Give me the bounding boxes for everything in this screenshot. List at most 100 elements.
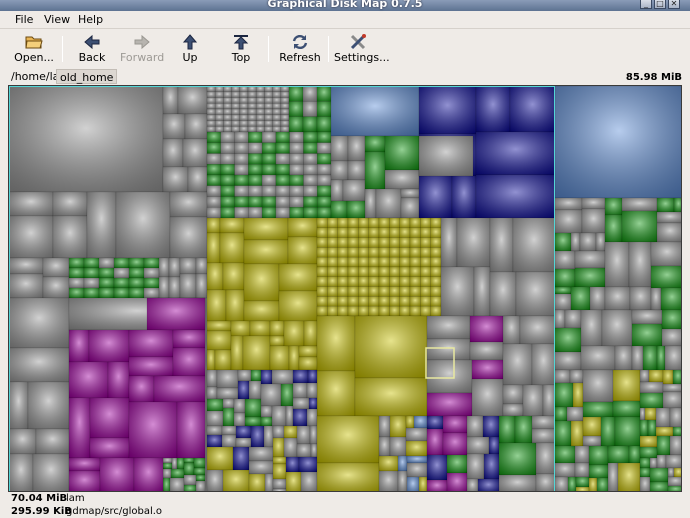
treemap-cell-shade: [327, 267, 338, 277]
treemap-cell-shade: [248, 120, 257, 127]
treemap-cell-shade: [249, 381, 261, 399]
treemap-cell-shade: [499, 475, 536, 491]
treemap-cell-shade: [368, 218, 379, 228]
treemap-cell-shade: [215, 114, 224, 121]
treemap-cell-shade: [348, 296, 359, 307]
treemap-cell-shade: [262, 164, 276, 175]
treemap-cell-shade: [399, 296, 410, 307]
treemap-cell-shade: [223, 109, 232, 115]
treemap-cell-shade: [651, 288, 661, 310]
treemap-cell-shade: [272, 126, 281, 132]
treemap-cell-shade: [284, 321, 304, 346]
treemap-cell-shade: [379, 296, 390, 307]
treemap-cell-shade: [670, 436, 681, 455]
selected-name: lam: [66, 493, 85, 504]
treemap-cell-shade: [376, 189, 401, 218]
top-button[interactable]: Top: [222, 32, 260, 66]
treemap-cell-shade: [447, 455, 467, 473]
treemap-cell-shade: [410, 257, 421, 267]
treemap-cell-shade: [379, 267, 390, 277]
treemap-cell-shade: [261, 384, 281, 406]
disk-treemap[interactable]: [8, 85, 682, 492]
treemap-cell-shade: [648, 420, 656, 436]
treemap-cell-shade: [239, 103, 248, 109]
treemap-cell-shade: [663, 392, 681, 408]
treemap-cell-shade: [286, 472, 301, 491]
treemap-cell-shade: [668, 477, 681, 486]
treemap-cell-shade: [513, 218, 555, 272]
back-button[interactable]: Back: [72, 32, 112, 66]
treemap-cell-shade: [368, 237, 379, 248]
treemap-cell-shade: [261, 406, 272, 417]
treemap-cell-shade: [303, 116, 317, 132]
treemap-cell-shade: [303, 153, 318, 165]
menu-file[interactable]: File: [15, 13, 33, 26]
menu-view[interactable]: View: [44, 13, 70, 26]
treemap-cell-shade: [207, 153, 221, 165]
treemap-cell-shade: [293, 398, 309, 409]
treemap-cell-shade: [288, 218, 317, 237]
treemap-cell-shade: [543, 385, 555, 416]
treemap-cell-shade: [490, 218, 513, 272]
treemap-cell-shade: [275, 175, 290, 186]
treemap-cell-shade: [467, 437, 489, 454]
treemap-cell-shade: [231, 336, 243, 370]
treemap-cell-shade: [472, 360, 503, 379]
treemap-cell-shade: [565, 310, 581, 328]
treemap-cell-shade: [589, 446, 608, 465]
treemap-cell-shade: [476, 175, 555, 218]
treemap-cell-shade: [368, 227, 379, 238]
forward-label: Forward: [120, 51, 165, 64]
treemap-cell-shade: [650, 458, 657, 468]
treemap-cell-shade: [84, 288, 99, 298]
treemap-cell-shade: [472, 379, 503, 416]
arrow-left-icon: [84, 34, 100, 50]
treemap-cell-shade: [207, 97, 216, 104]
treemap-cell-shade: [261, 417, 272, 426]
treemap-cell-shade: [583, 436, 601, 446]
treemap-cell-shade: [220, 142, 235, 154]
forward-button[interactable]: Forward: [120, 32, 164, 66]
settings-button[interactable]: Settings...: [334, 32, 390, 66]
treemap-cell-shade: [427, 339, 470, 360]
menu-help[interactable]: Help: [78, 13, 103, 26]
title-bar[interactable]: Graphical Disk Map 0.7.5 _ □ ✕: [0, 0, 690, 11]
treemap-canvas[interactable]: [9, 86, 682, 492]
treemap-cell-shade: [666, 455, 681, 468]
minimize-button[interactable]: _: [640, 0, 652, 9]
treemap-cell-shade: [640, 458, 650, 468]
treemap-cell-shade: [368, 296, 379, 307]
treemap-cell-shade: [651, 242, 681, 266]
breadcrumb-item-old-home[interactable]: old_home: [56, 69, 118, 84]
treemap-cell-shade: [261, 370, 272, 384]
treemap-cell-shade: [317, 416, 379, 463]
treemap-cell-shade: [410, 247, 421, 258]
up-button[interactable]: Up: [172, 32, 208, 66]
treemap-cell-shade: [379, 227, 390, 238]
treemap-cell-shade: [129, 258, 144, 268]
tools-icon: [350, 34, 366, 50]
treemap-cell-shade: [231, 109, 240, 115]
treemap-cell-shade: [317, 276, 328, 287]
treemap-cell-shade: [555, 446, 575, 463]
treemap-cell-shade: [317, 286, 328, 297]
treemap-cell-shade: [640, 447, 657, 458]
refresh-button[interactable]: Refresh: [278, 32, 322, 66]
treemap-cell-shade: [601, 417, 615, 446]
treemap-cell-shade: [430, 296, 441, 307]
open-button[interactable]: Open...: [12, 32, 56, 66]
treemap-cell-shade: [234, 196, 249, 208]
maximize-button[interactable]: □: [654, 0, 666, 9]
close-button[interactable]: ✕: [668, 0, 680, 9]
treemap-cell-shade: [207, 263, 223, 290]
treemap-cell-shade: [84, 278, 99, 288]
treemap-cell-shade: [163, 463, 172, 469]
treemap-cell-shade: [69, 398, 90, 458]
treemap-cell-shade: [613, 401, 640, 417]
hover-size: 295.99 KiB: [11, 506, 72, 517]
treemap-cell-shade: [207, 164, 221, 175]
treemap-cell-shade: [331, 180, 343, 201]
treemap-cell-shade: [69, 458, 100, 471]
treemap-cell-shade: [576, 477, 589, 487]
treemap-cell-shade: [661, 288, 681, 310]
